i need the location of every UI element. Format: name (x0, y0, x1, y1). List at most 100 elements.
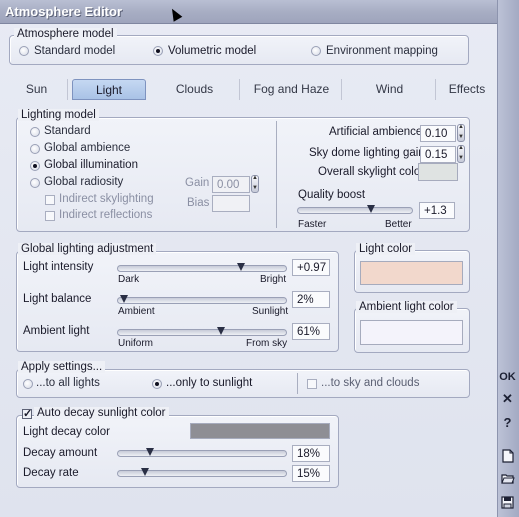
radio-standard-model[interactable] (19, 46, 29, 56)
label-only-to-sunlight[interactable]: ...only to sunlight (166, 377, 252, 389)
label-bright: Bright (260, 274, 287, 285)
checkbox-to-sky-and-clouds[interactable] (307, 379, 317, 389)
label-standard[interactable]: Standard (44, 125, 91, 137)
label-quality-boost: Quality boost (298, 189, 366, 201)
light-intensity-value[interactable]: +0.97 (292, 259, 330, 276)
save-disk-icon[interactable] (498, 493, 517, 512)
sky-dome-input[interactable]: 0.15 (420, 146, 456, 163)
label-overall-skylight-color: Overall skylight color (318, 166, 425, 178)
quality-boost-value[interactable]: +1.3 (419, 202, 455, 219)
lighting-model-legend: Lighting model (18, 109, 99, 121)
radio-global-illumination[interactable] (30, 161, 40, 171)
label-indirect-skylighting[interactable]: Indirect skylighting (59, 193, 154, 205)
label-gain: Gain (185, 177, 210, 189)
quality-boost-thumb[interactable] (367, 205, 376, 216)
checkbox-auto-decay[interactable] (22, 407, 32, 420)
label-ambient-light: Ambient light (23, 325, 90, 337)
sky-dome-spinner[interactable] (457, 145, 465, 163)
decay-amount-thumb[interactable] (146, 448, 155, 459)
ambient-light-slider[interactable] (117, 327, 287, 338)
label-light-decay-color: Light decay color (23, 426, 110, 438)
gain-spinner[interactable] (251, 175, 259, 193)
tab-sun[interactable]: Sun (6, 79, 68, 100)
light-balance-value[interactable]: 2% (292, 291, 330, 308)
decay-rate-value[interactable]: 15% (292, 465, 330, 482)
label-bias: Bias (187, 197, 210, 209)
label-to-sky-and-clouds[interactable]: ...to sky and clouds (321, 377, 419, 389)
light-decay-color-swatch[interactable] (190, 423, 330, 439)
ambient-light-thumb[interactable] (217, 327, 226, 338)
tab-clouds[interactable]: Clouds (150, 79, 240, 100)
vertical-divider (276, 121, 277, 228)
light-intensity-thumb[interactable] (237, 263, 246, 274)
label-light-balance: Light balance (23, 293, 92, 305)
auto-decay-legend[interactable]: Auto decay sunlight color (34, 407, 169, 419)
decay-amount-value[interactable]: 18% (292, 445, 330, 462)
checkbox-indirect-skylighting[interactable] (45, 195, 55, 205)
decay-rate-thumb[interactable] (141, 468, 150, 479)
apply-divider (297, 373, 298, 394)
close-button[interactable]: ✕ (498, 389, 517, 408)
label-global-illumination[interactable]: Global illumination (44, 159, 138, 171)
label-standard-model[interactable]: Standard model (34, 45, 115, 57)
light-color-swatch[interactable] (360, 261, 463, 285)
light-balance-slider[interactable] (117, 295, 287, 306)
artificial-ambience-input[interactable]: 0.10 (420, 125, 456, 142)
mouse-cursor-icon (167, 6, 183, 22)
global-lighting-adjustment-legend: Global lighting adjustment (18, 243, 157, 255)
label-decay-amount: Decay amount (23, 447, 98, 459)
label-sunlight: Sunlight (252, 306, 289, 317)
label-sky-dome-lighting-gain: Sky dome lighting gain (309, 147, 425, 159)
open-folder-icon[interactable] (498, 469, 517, 488)
label-decay-rate: Decay rate (23, 467, 79, 479)
label-global-ambience[interactable]: Global ambience (44, 142, 130, 154)
radio-volumetric-model[interactable] (153, 46, 163, 56)
artificial-ambience-spinner[interactable] (457, 124, 465, 142)
ambient-light-color-legend: Ambient light color (356, 301, 457, 313)
right-sidebar (497, 0, 519, 517)
light-intensity-slider[interactable] (117, 263, 287, 274)
bias-input[interactable] (212, 195, 250, 212)
ambient-light-color-swatch[interactable] (360, 320, 463, 345)
tab-bar: Sun Light Clouds Fog and Haze Wind Effec… (6, 79, 496, 101)
checkbox-indirect-reflections[interactable] (45, 211, 55, 221)
tab-fog-and-haze[interactable]: Fog and Haze (242, 79, 342, 100)
ambient-light-value[interactable]: 61% (292, 323, 330, 340)
label-indirect-reflections[interactable]: Indirect reflections (59, 209, 152, 221)
label-volumetric-model[interactable]: Volumetric model (168, 45, 256, 57)
label-to-all-lights[interactable]: ...to all lights (36, 377, 100, 389)
title-bar[interactable]: Atmosphere Editor (0, 0, 519, 24)
label-light-intensity: Light intensity (23, 261, 94, 273)
tab-wind[interactable]: Wind (344, 79, 436, 100)
atmosphere-model-legend: Atmosphere model (14, 28, 117, 40)
radio-global-radiosity[interactable] (30, 178, 40, 188)
decay-rate-slider[interactable] (117, 468, 287, 479)
light-balance-thumb[interactable] (120, 295, 129, 306)
radio-to-all-lights[interactable] (23, 379, 33, 389)
radio-only-to-sunlight[interactable] (152, 379, 162, 389)
radio-standard[interactable] (30, 127, 40, 137)
tab-effects[interactable]: Effects (438, 79, 496, 100)
label-global-radiosity[interactable]: Global radiosity (44, 176, 123, 188)
quality-boost-slider[interactable] (297, 205, 413, 216)
radio-global-ambience[interactable] (30, 144, 40, 154)
label-faster: Faster (298, 219, 327, 230)
radio-environment-mapping[interactable] (311, 46, 321, 56)
window-title: Atmosphere Editor (5, 4, 123, 19)
new-document-icon[interactable] (498, 446, 517, 465)
apply-settings-legend: Apply settings... (18, 361, 106, 373)
label-from-sky: From sky (246, 338, 288, 349)
label-ambient: Ambient (118, 306, 155, 317)
gain-input[interactable]: 0.00 (212, 176, 250, 193)
overall-skylight-color-swatch[interactable] (418, 163, 458, 181)
label-uniform: Uniform (118, 338, 154, 349)
help-button[interactable]: ? (498, 413, 517, 432)
tab-light[interactable]: Light (72, 79, 146, 100)
label-dark: Dark (118, 274, 140, 285)
light-color-legend: Light color (356, 243, 416, 255)
label-artificial-ambience: Artificial ambience (329, 126, 423, 138)
label-environment-mapping[interactable]: Environment mapping (326, 45, 438, 57)
ok-button[interactable]: OK (498, 368, 517, 387)
label-better: Better (385, 219, 412, 230)
decay-amount-slider[interactable] (117, 448, 287, 459)
